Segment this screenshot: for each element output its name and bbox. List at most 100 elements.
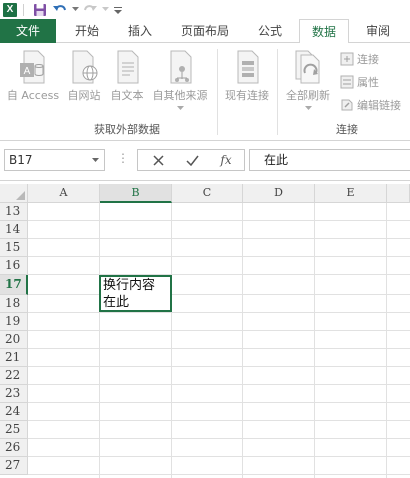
edit-links-button[interactable]: 编辑链接 [340,95,401,115]
grid-line [28,312,410,313]
row-header-22[interactable]: 22 [0,367,28,385]
refresh-all-button[interactable]: 全部刷新 [281,49,335,110]
group-separator [277,49,278,135]
text-file-icon [117,50,139,84]
formula-input[interactable]: 在此 [249,149,410,171]
refresh-icon [295,50,320,84]
existing-connections-label: 现有连接 [225,89,269,102]
name-box-value: B17 [9,153,33,167]
grid-line [28,256,410,257]
undo-icon[interactable] [50,0,70,19]
edit-links-icon [341,99,353,111]
from-web-button[interactable]: 自网站 [63,49,105,103]
grid-line [28,220,410,221]
grid-line [28,384,410,385]
tab-review[interactable]: 审阅 [356,19,400,43]
enter-icon[interactable] [176,150,208,170]
grid-line [28,438,410,439]
chevron-down-icon [176,106,184,110]
grid-line [28,348,410,349]
grid-line [171,203,172,478]
grid-line [386,203,387,478]
connections-icon [340,52,354,66]
grid-line [28,366,410,367]
row-header-23[interactable]: 23 [0,385,28,403]
get-external-data-group-label: 获取外部数据 [94,123,160,136]
redo-dropdown-icon[interactable] [100,0,110,19]
formula-bar-resize-handle[interactable]: ⋮ [117,151,129,165]
from-text-button[interactable]: 自文本 [106,49,148,103]
ribbon-tabs: 文件 开始 插入 页面布局 公式 数据 审阅 [0,19,410,44]
formula-buttons: fx [137,149,245,171]
select-all-corner[interactable] [0,184,28,203]
row-header-20[interactable]: 20 [0,331,28,349]
grid-line [28,456,410,457]
properties-button[interactable]: 属性 [340,72,379,92]
excel-icon: X [3,2,17,17]
from-access-button[interactable]: A 自 Access [4,49,62,103]
column-header-e[interactable]: E [315,184,387,203]
tab-insert[interactable]: 插入 [118,19,162,43]
column-header-b[interactable]: B [100,184,172,203]
row-header-14[interactable]: 14 [0,221,28,239]
grid-line [28,330,410,331]
tab-home[interactable]: 开始 [64,19,110,43]
row-header-13[interactable]: 13 [0,203,28,221]
undo-dropdown-icon[interactable] [70,0,80,19]
properties-label: 属性 [357,76,379,89]
from-other-sources-label: 自其他来源 [152,89,208,102]
row-header-24[interactable]: 24 [0,403,28,421]
row-header-18[interactable]: 18 [0,295,28,313]
from-text-label: 自文本 [110,89,144,102]
from-other-sources-button[interactable]: 自其他来源 [148,49,212,110]
grid-line [242,203,243,478]
name-box[interactable]: B17 [4,149,105,171]
access-database-icon: A [20,50,45,84]
column-header-a[interactable]: A [28,184,100,203]
connections-label: 连接 [357,53,379,66]
column-header-partial[interactable] [387,184,410,203]
existing-connections-button[interactable]: 现有连接 [220,49,274,103]
tab-formulas[interactable]: 公式 [248,19,292,43]
title-bar: X [0,0,410,19]
save-icon[interactable] [30,0,50,19]
tab-data[interactable]: 数据 [299,19,349,44]
chevron-down-icon[interactable] [92,158,99,162]
group-separator [217,49,218,135]
row-header-19[interactable]: 19 [0,313,28,331]
grid-line [28,420,410,421]
tab-file[interactable]: 文件 [0,19,56,43]
redo-icon[interactable] [80,0,100,19]
cell-b17-text[interactable]: 换行内容 在此 [103,277,155,311]
row-header-27[interactable]: 27 [0,457,28,475]
edit-links-label: 编辑链接 [357,99,401,112]
column-header-c[interactable]: C [172,184,243,203]
row-header-15[interactable]: 15 [0,239,28,257]
grid-line [99,203,100,478]
formula-bar: B17 ⋮ fx 在此 [0,141,410,181]
row-header-26[interactable]: 26 [0,439,28,457]
quick-access-separator [23,3,24,16]
svg-text:A: A [24,66,31,77]
spreadsheet-grid[interactable]: A B C D E 13 14 15 16 17 18 19 20 21 22 … [0,181,410,478]
from-web-label: 自网站 [67,89,101,102]
grid-line [28,274,410,275]
properties-icon [340,75,354,89]
grid-line [28,402,410,403]
tab-page-layout[interactable]: 页面布局 [170,19,240,43]
web-globe-icon [72,50,98,84]
row-header-16[interactable]: 16 [0,257,28,275]
row-header-17[interactable]: 17 [0,275,28,295]
grid-line [314,203,315,478]
row-header-21[interactable]: 21 [0,349,28,367]
grid-line [28,474,410,475]
grid-line [28,238,410,239]
cancel-icon[interactable] [142,150,174,170]
row-header-25[interactable]: 25 [0,421,28,439]
insert-function-button[interactable]: fx [210,150,242,170]
connections-group-label: 连接 [336,123,358,136]
customize-quick-access-icon[interactable] [110,0,126,19]
connections-button[interactable]: 连接 [340,49,379,69]
column-header-d[interactable]: D [243,184,315,203]
refresh-all-label: 全部刷新 [286,89,330,102]
